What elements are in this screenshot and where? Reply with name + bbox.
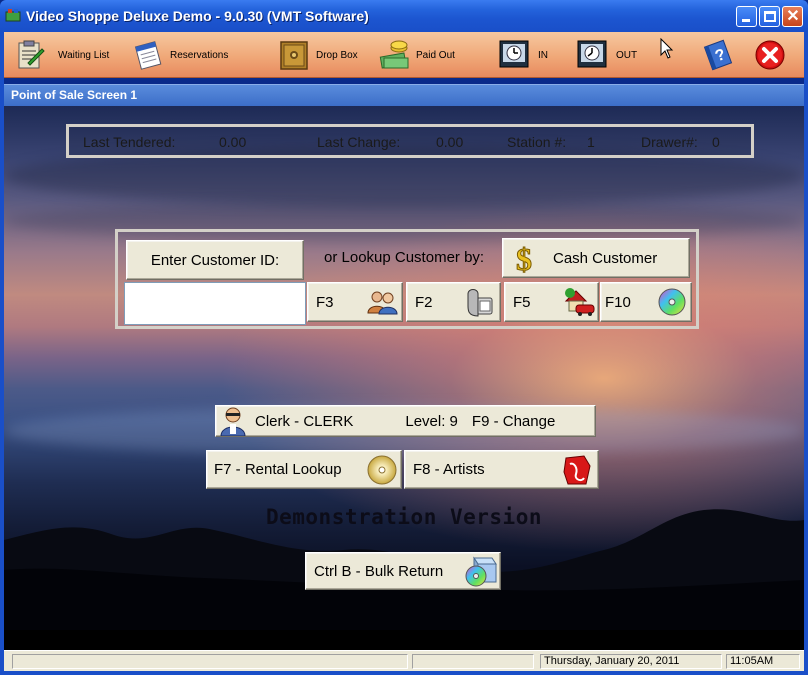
app-icon <box>5 9 21 22</box>
toolbar: Waiting List Reservations Drop Box Paid … <box>4 32 804 78</box>
clipboard-icon <box>18 40 45 69</box>
exit-button[interactable] <box>754 35 786 75</box>
maximize-icon <box>764 11 776 22</box>
drop-box-label: Drop Box <box>316 49 358 61</box>
enter-customer-id-button[interactable]: Enter Customer ID: <box>126 240 304 280</box>
clock-in-button[interactable]: IN <box>498 35 548 75</box>
drop-box-button[interactable]: Drop Box <box>278 35 358 75</box>
f10-lookup-button[interactable]: F10 <box>600 282 692 322</box>
f2-lookup-button[interactable]: F2 <box>406 282 501 322</box>
cash-customer-label: Cash Customer <box>553 249 658 267</box>
status-date: Thursday, January 20, 2011 <box>540 654 722 669</box>
pos-main-area: Last Tendered: 0.00 Last Change: 0.00 St… <box>4 106 804 630</box>
help-book-icon: ? <box>703 39 733 71</box>
minimize-icon <box>742 19 750 22</box>
last-tendered-value: 0.00 <box>219 134 247 150</box>
clock-out-label: OUT <box>616 49 638 61</box>
reservations-button[interactable]: Reservations <box>132 35 228 75</box>
status-panel-secondary <box>412 654 534 669</box>
clerk-name: Clerk - CLERK <box>255 412 354 430</box>
station-value: 1 <box>587 134 595 150</box>
rental-lookup-button[interactable]: F7 - Rental Lookup <box>206 450 402 489</box>
station-label: Station #: <box>507 134 567 150</box>
clerk-button[interactable]: Clerk - CLERK Level: 9 F9 - Change <box>215 405 596 437</box>
clerk-level: Level: 9 <box>405 412 458 430</box>
customer-id-input[interactable] <box>124 282 306 325</box>
box-disc-icon <box>465 556 497 587</box>
rental-lookup-label: F7 - Rental Lookup <box>214 461 342 478</box>
reservations-label: Reservations <box>170 49 229 61</box>
dollar-icon: $ <box>516 242 533 274</box>
clerk-avatar-icon <box>220 407 246 436</box>
close-button[interactable]: ✕ <box>782 6 803 27</box>
f3-label: F3 <box>316 293 334 311</box>
customer-lookup-panel: Enter Customer ID: or Lookup Customer by… <box>115 229 699 329</box>
help-button[interactable]: ? <box>702 35 734 75</box>
artist-icon <box>563 454 591 484</box>
artists-label: F8 - Artists <box>413 461 485 478</box>
f5-lookup-button[interactable]: F5 <box>504 282 599 322</box>
gold-disc-icon <box>367 455 397 484</box>
last-tendered-label: Last Tendered: <box>83 134 176 150</box>
house-car-icon <box>564 288 595 316</box>
status-time: 11:05AM <box>726 654 800 669</box>
title-bar: Video Shoppe Deluxe Demo - 9.0.30 (VMT S… <box>0 0 808 32</box>
last-change-value: 0.00 <box>436 134 464 150</box>
status-panel-main <box>12 654 408 669</box>
f10-label: F10 <box>605 293 631 311</box>
paid-out-button[interactable]: Paid Out <box>378 35 455 75</box>
dark-strip <box>4 630 804 650</box>
window-frame-bottom <box>0 671 808 675</box>
minimize-button[interactable] <box>736 6 757 27</box>
exit-icon <box>755 40 785 70</box>
clerk-change-label: F9 - Change <box>471 412 556 430</box>
mouse-cursor-icon <box>660 38 674 59</box>
register-info-bar: Last Tendered: 0.00 Last Change: 0.00 St… <box>66 124 754 158</box>
money-icon <box>379 40 409 69</box>
people-icon <box>367 291 398 315</box>
panel-header: Point of Sale Screen 1 <box>4 84 804 106</box>
bulk-return-label: Ctrl B - Bulk Return <box>314 562 444 580</box>
waiting-list-label: Waiting List <box>58 49 110 61</box>
telephone-icon <box>467 289 493 317</box>
maximize-button[interactable] <box>759 6 780 27</box>
drawer-label: Drawer#: <box>641 134 698 150</box>
clock-out-icon <box>577 40 607 68</box>
clock-out-button[interactable]: OUT <box>576 35 637 75</box>
f3-lookup-button[interactable]: F3 <box>307 282 403 322</box>
paid-out-label: Paid Out <box>416 49 455 61</box>
clock-in-label: IN <box>538 49 548 61</box>
f5-label: F5 <box>513 293 531 311</box>
cash-customer-button[interactable]: $ Cash Customer <box>502 238 690 278</box>
status-bar: Thursday, January 20, 2011 11:05AM <box>4 650 804 671</box>
enter-customer-id-label: Enter Customer ID: <box>150 251 280 269</box>
bulk-return-button[interactable]: Ctrl B - Bulk Return <box>305 552 501 590</box>
disc-icon <box>658 288 686 316</box>
lookup-by-label: or Lookup Customer by: <box>324 249 485 266</box>
waiting-list-button[interactable]: Waiting List <box>14 35 109 75</box>
close-icon: ✕ <box>786 8 800 25</box>
artists-button[interactable]: F8 - Artists <box>404 450 599 489</box>
drawer-value: 0 <box>712 134 720 150</box>
demonstration-version-notice: Demonstration Version <box>265 505 542 529</box>
safe-icon <box>280 41 308 70</box>
f2-label: F2 <box>415 293 433 311</box>
window-frame-right <box>804 32 808 675</box>
notepad-icon <box>134 41 162 70</box>
window-title: Video Shoppe Deluxe Demo - 9.0.30 (VMT S… <box>26 8 369 24</box>
svg-text:$: $ <box>516 242 532 274</box>
clock-in-icon <box>499 40 529 68</box>
panel-title: Point of Sale Screen 1 <box>11 88 138 102</box>
last-change-label: Last Change: <box>317 134 401 150</box>
